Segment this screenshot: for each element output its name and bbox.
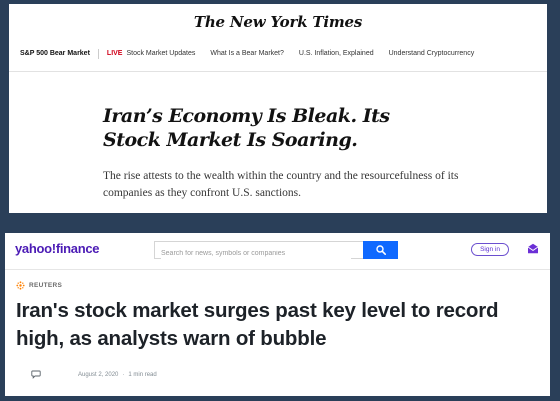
search-button[interactable]: [363, 241, 398, 259]
nav-link-inflation[interactable]: U.S. Inflation, Explained: [299, 50, 374, 57]
search-box: [154, 241, 364, 261]
search-icon: [375, 245, 386, 255]
nyt-nav-bar: S&P 500 Bear Market LIVE Stock Market Up…: [9, 36, 547, 72]
reuters-logo-icon: [16, 281, 25, 290]
sign-in-button[interactable]: Sign in: [471, 243, 509, 256]
nyt-logo[interactable]: The New York Times: [9, 13, 547, 31]
nav-divider: [97, 48, 99, 59]
header-divider: [5, 269, 550, 270]
comment-icon[interactable]: [31, 370, 41, 379]
article-meta: August 2, 2020 · 1 min read: [31, 370, 157, 379]
nyt-headline: Iran’s Economy Is Bleak. Its Stock Marke…: [103, 105, 390, 151]
live-badge: LIVE: [106, 50, 123, 57]
yahoo-finance-logo[interactable]: yahoo!finance: [15, 241, 100, 256]
source-name: REUTERS: [29, 282, 63, 289]
nav-primary-link[interactable]: S&P 500 Bear Market: [20, 50, 90, 57]
meta-separator: ·: [122, 371, 125, 378]
publish-date: August 2, 2020: [78, 371, 119, 378]
nav-link-bear-market[interactable]: What Is a Bear Market?: [210, 50, 284, 57]
search-input[interactable]: [161, 246, 351, 261]
article-source: REUTERS: [16, 281, 62, 290]
nav-link-cryptocurrency[interactable]: Understand Cryptocurrency: [389, 50, 475, 57]
nyt-article-card: The New York Times S&P 500 Bear Market L…: [9, 4, 547, 213]
nav-link-stock-market-updates[interactable]: Stock Market Updates: [126, 50, 195, 57]
mail-icon[interactable]: [527, 243, 539, 254]
yahoo-headline: Iran's stock market surges past key leve…: [16, 299, 499, 350]
yahoo-article-card: yahoo!finance Sign in REUTERS Iran's sto…: [5, 233, 550, 396]
logo-yahoo-text: yahoo: [15, 241, 52, 256]
logo-finance-text: finance: [55, 241, 100, 256]
nyt-summary: The rise attests to the wealth within th…: [103, 170, 459, 199]
read-time: 1 min read: [128, 371, 157, 378]
